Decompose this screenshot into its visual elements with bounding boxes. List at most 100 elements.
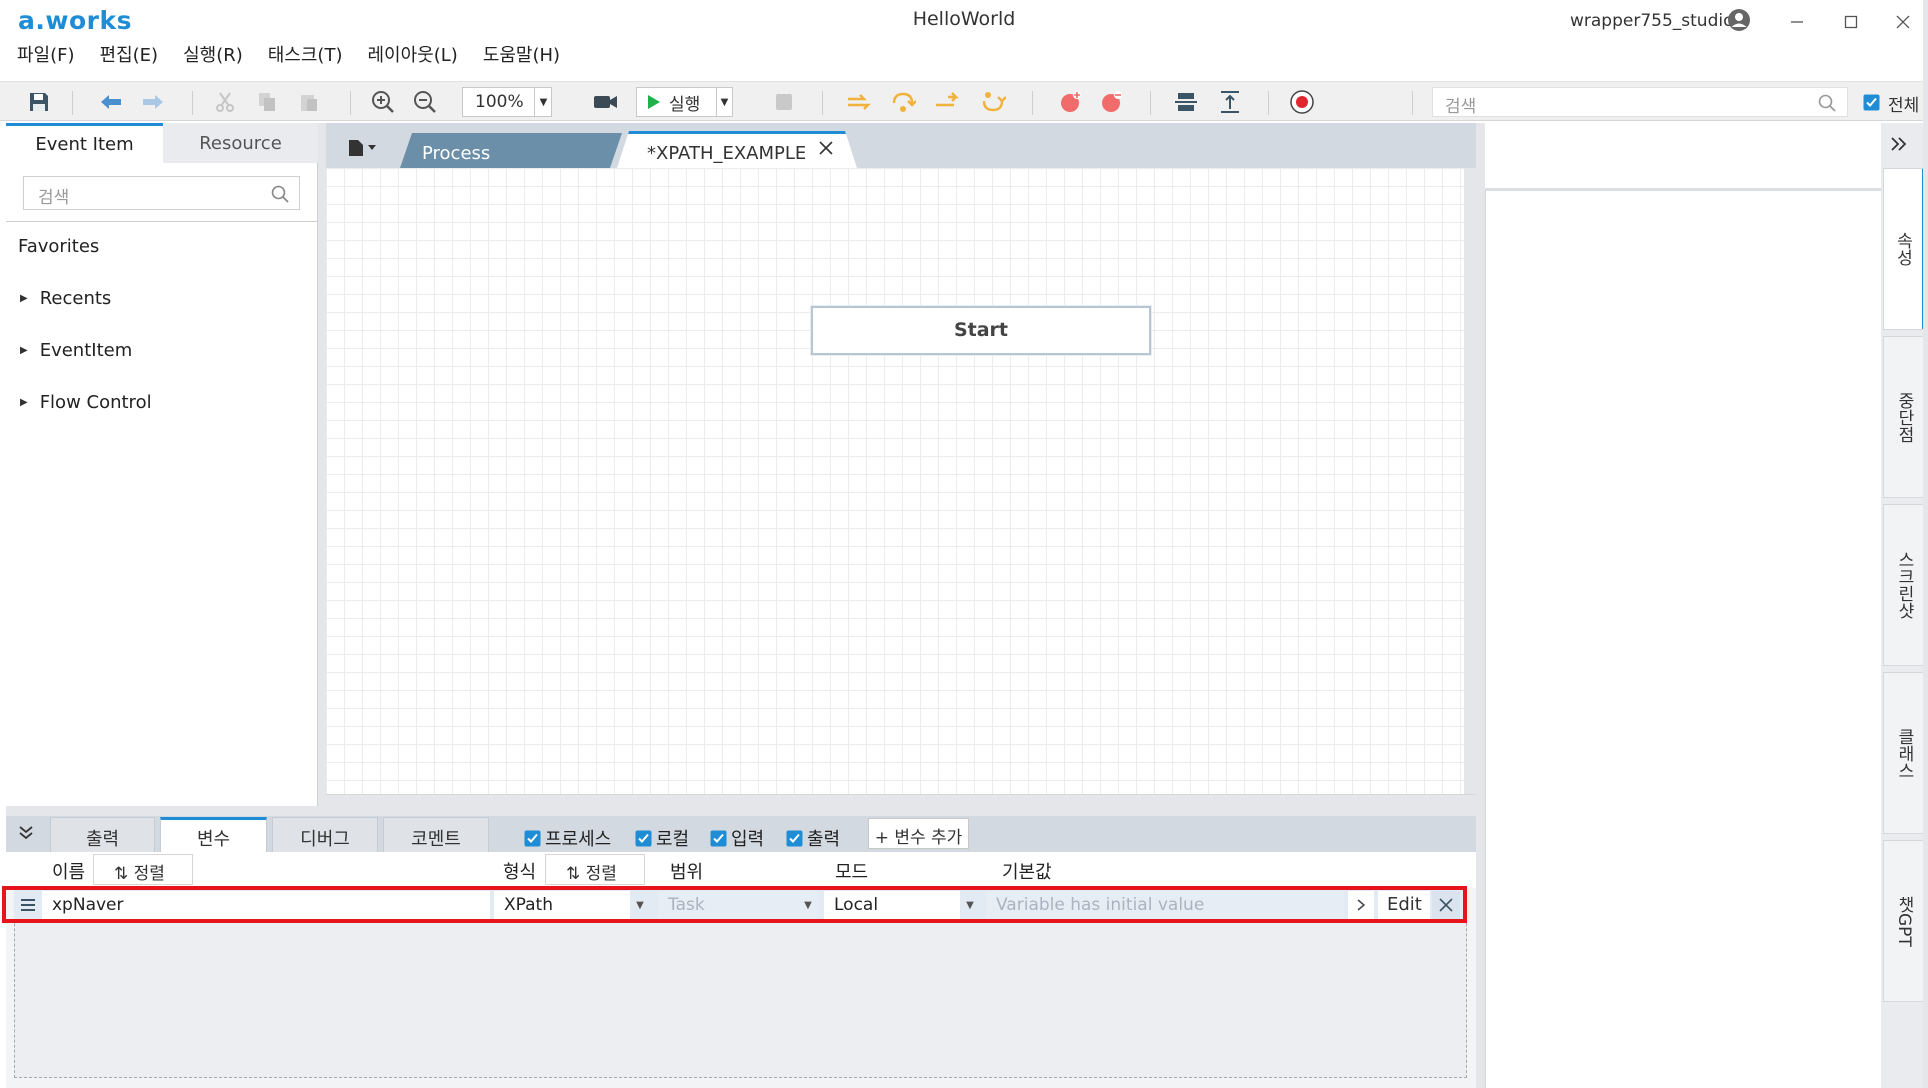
align-top-icon[interactable]: [1217, 89, 1243, 115]
add-breakpoint-icon[interactable]: [1058, 89, 1084, 115]
save-icon[interactable]: [26, 89, 52, 115]
search-icon[interactable]: [1818, 94, 1836, 112]
menu-run[interactable]: 실행(R): [183, 44, 243, 84]
menu-file[interactable]: 파일(F): [17, 44, 75, 84]
step-out-icon[interactable]: [934, 89, 960, 115]
side-tab-label: 스크린샷: [1894, 551, 1914, 619]
tree-item-label: Recents: [39, 288, 112, 309]
maximize-icon[interactable]: [1836, 10, 1866, 34]
search-icon[interactable]: [271, 185, 289, 203]
paste-icon[interactable]: [296, 89, 322, 115]
sort-label: 정렬: [133, 864, 165, 884]
remove-breakpoint-icon[interactable]: [1099, 89, 1125, 115]
align-center-icon[interactable]: [1173, 89, 1199, 115]
tab-variables[interactable]: 변수: [160, 817, 267, 852]
expand-right-icon[interactable]: [1890, 136, 1908, 152]
sort-name-button[interactable]: ⇅ 정렬: [93, 854, 193, 885]
step-back-icon[interactable]: [980, 89, 1006, 115]
copy-icon[interactable]: [254, 89, 280, 115]
minimize-icon[interactable]: [1782, 10, 1812, 34]
stop-icon[interactable]: [771, 89, 797, 115]
undo-arrow-icon[interactable]: [98, 89, 124, 115]
side-tab-label: 속성: [1892, 232, 1913, 266]
header-name: 이름: [52, 862, 86, 883]
tab-event-item[interactable]: Event Item: [6, 123, 163, 163]
tree-item-flow-control[interactable]: ▶ Flow Control: [20, 392, 152, 413]
redo-arrow-icon[interactable]: [140, 89, 166, 115]
left-panel-tabs: Event Item Resource: [6, 123, 318, 163]
bottom-splitter[interactable]: [6, 806, 1476, 816]
user-avatar-icon[interactable]: [1727, 8, 1751, 32]
chevron-right-icon: ▶: [20, 293, 28, 304]
side-tab-breakpoints[interactable]: 중단점: [1883, 336, 1926, 498]
run-button-label: 실행: [669, 94, 701, 115]
side-tab-properties[interactable]: 속성: [1883, 168, 1926, 330]
sort-label: 정렬: [585, 864, 617, 884]
title-bar: a.works HelloWorld wrapper755_studio: [0, 0, 1928, 44]
menu-layout[interactable]: 레이아웃(L): [367, 44, 457, 84]
side-tab-chatgpt[interactable]: 챗GPT: [1883, 840, 1926, 1002]
close-window-icon[interactable]: [1888, 10, 1918, 34]
zoom-out-icon[interactable]: [412, 89, 438, 115]
run-button[interactable]: 실행: [636, 87, 718, 117]
menu-edit[interactable]: 편집(E): [100, 44, 159, 84]
right-splitter[interactable]: [1476, 123, 1485, 1088]
tab-debug[interactable]: 디버그: [272, 817, 378, 852]
header-mode: 모드: [835, 862, 869, 883]
tab-resource[interactable]: Resource: [163, 123, 318, 163]
run-dropdown-icon[interactable]: ▼: [716, 87, 733, 117]
cut-icon[interactable]: [212, 89, 238, 115]
filter-process[interactable]: 프로세스: [524, 825, 611, 851]
step-into-icon[interactable]: [890, 89, 916, 115]
process-canvas[interactable]: [326, 168, 1476, 808]
start-node[interactable]: Start: [811, 306, 1151, 355]
filter-label: 로컬: [656, 829, 690, 850]
tab-process[interactable]: Process: [400, 133, 622, 168]
toolbar-search-input[interactable]: 검색: [1432, 87, 1848, 117]
left-search-input[interactable]: 검색: [23, 176, 300, 210]
canvas-vertical-scrollbar[interactable]: [1464, 168, 1476, 808]
user-name[interactable]: wrapper755_studio: [1570, 11, 1734, 31]
step-over-icon[interactable]: [846, 89, 872, 115]
header-default: 기본값: [1002, 862, 1052, 883]
collapse-down-icon[interactable]: [18, 824, 34, 840]
chevron-down-icon[interactable]: ▼: [534, 87, 552, 117]
highlight-box: [2, 886, 1467, 923]
side-tab-class[interactable]: 클래스: [1883, 672, 1926, 834]
menu-help[interactable]: 도움말(H): [483, 44, 560, 84]
side-tab-label: 챗GPT: [1894, 895, 1914, 947]
chevron-right-icon: ▶: [20, 345, 28, 356]
document-menu-icon[interactable]: [348, 139, 376, 157]
filter-label: 출력: [807, 829, 841, 850]
all-checkbox[interactable]: [1863, 94, 1880, 111]
window-border: [1923, 0, 1928, 1088]
header-scope: 범위: [670, 862, 704, 883]
checkbox-checked-icon: [710, 830, 727, 846]
tab-comment[interactable]: 코멘트: [383, 817, 489, 852]
tree-item-recents[interactable]: ▶ Recents: [20, 288, 111, 309]
record-camera-icon[interactable]: [593, 89, 619, 115]
add-variable-button[interactable]: + 변수 추가: [868, 818, 969, 849]
side-tab-label: 중단점: [1894, 391, 1914, 443]
side-tab-label: 클래스: [1894, 727, 1914, 779]
sort-type-button[interactable]: ⇅ 정렬: [545, 854, 645, 885]
tree-item-label: Flow Control: [39, 392, 152, 413]
side-tab-screenshot[interactable]: 스크린샷: [1883, 504, 1926, 666]
filter-output[interactable]: 출력: [786, 825, 840, 851]
toolbar: 100% ▼ 실행 ▼ 검색 전체: [0, 81, 1928, 121]
filter-local[interactable]: 로컬: [635, 825, 689, 851]
tree-item-label: EventItem: [39, 340, 133, 361]
close-icon[interactable]: [819, 141, 833, 155]
header-type: 형식: [503, 862, 537, 883]
left-splitter[interactable]: [318, 123, 326, 806]
filter-label: 프로세스: [545, 829, 612, 850]
menu-task[interactable]: 태스크(T): [268, 44, 343, 84]
checkbox-checked-icon: [786, 830, 803, 846]
record-icon[interactable]: [1289, 89, 1315, 115]
zoom-in-icon[interactable]: [370, 89, 396, 115]
left-panel: Event Item Resource 검색 Favorites ▶ Recen…: [6, 123, 318, 806]
properties-panel: [1485, 123, 1881, 1088]
tree-item-eventitem[interactable]: ▶ EventItem: [20, 340, 132, 361]
tab-output[interactable]: 출력: [50, 817, 155, 852]
filter-input[interactable]: 입력: [710, 825, 764, 851]
